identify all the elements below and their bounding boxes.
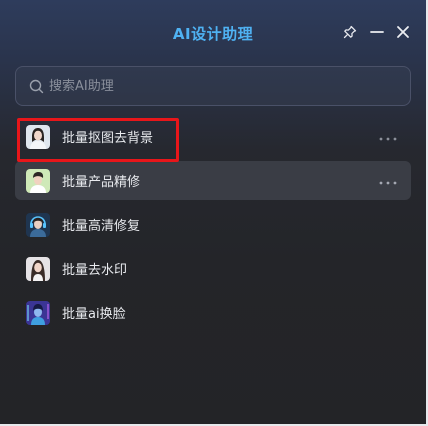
minimize-icon <box>370 25 384 39</box>
assistant-item-remove-background[interactable]: 批量抠图去背景 <box>15 117 411 156</box>
minimize-button[interactable] <box>368 22 386 42</box>
panel-title: AI设计助理 <box>172 25 254 43</box>
more-dots-icon <box>379 126 397 145</box>
avatar-girl-portrait <box>26 124 50 149</box>
avatar-cyber-face <box>26 300 50 325</box>
assistant-label: 批量ai换脸 <box>62 307 126 322</box>
search-box <box>15 66 411 106</box>
pin-button[interactable] <box>341 22 359 42</box>
avatar-girl-longhair <box>26 256 50 281</box>
assistant-label: 批量去水印 <box>62 263 128 278</box>
assistant-item-ai-face-swap[interactable]: 批量ai换脸 <box>15 293 411 332</box>
close-icon <box>396 25 410 39</box>
pin-icon <box>343 25 357 39</box>
assistant-label: 批量产品精修 <box>62 175 141 190</box>
assistant-item-remove-watermark[interactable]: 批量去水印 <box>15 249 411 288</box>
assistant-label: 批量抠图去背景 <box>62 131 154 146</box>
assistant-item-product-retouch[interactable]: 批量产品精修 <box>15 161 411 200</box>
search-icon <box>28 78 44 94</box>
assistant-label: 批量高清修复 <box>62 219 141 234</box>
more-options-button[interactable] <box>377 127 399 143</box>
more-options-button[interactable] <box>377 171 399 187</box>
assistant-list: 批量抠图去背景 批量产品精修 批量高清修复 批量去水印 批量ai换脸 <box>15 117 411 337</box>
search-input[interactable] <box>44 67 410 105</box>
avatar-girl-headphones <box>26 212 50 237</box>
assistant-item-hd-restore[interactable]: 批量高清修复 <box>15 205 411 244</box>
avatar-boy-portrait <box>26 168 50 193</box>
close-button[interactable] <box>394 22 412 42</box>
ai-assistant-panel: AI设计助理 搜索AI助理 批量抠图去背景 批量产品精修 批量高清修复 批量去水… <box>0 0 428 426</box>
more-dots-icon <box>379 170 397 189</box>
